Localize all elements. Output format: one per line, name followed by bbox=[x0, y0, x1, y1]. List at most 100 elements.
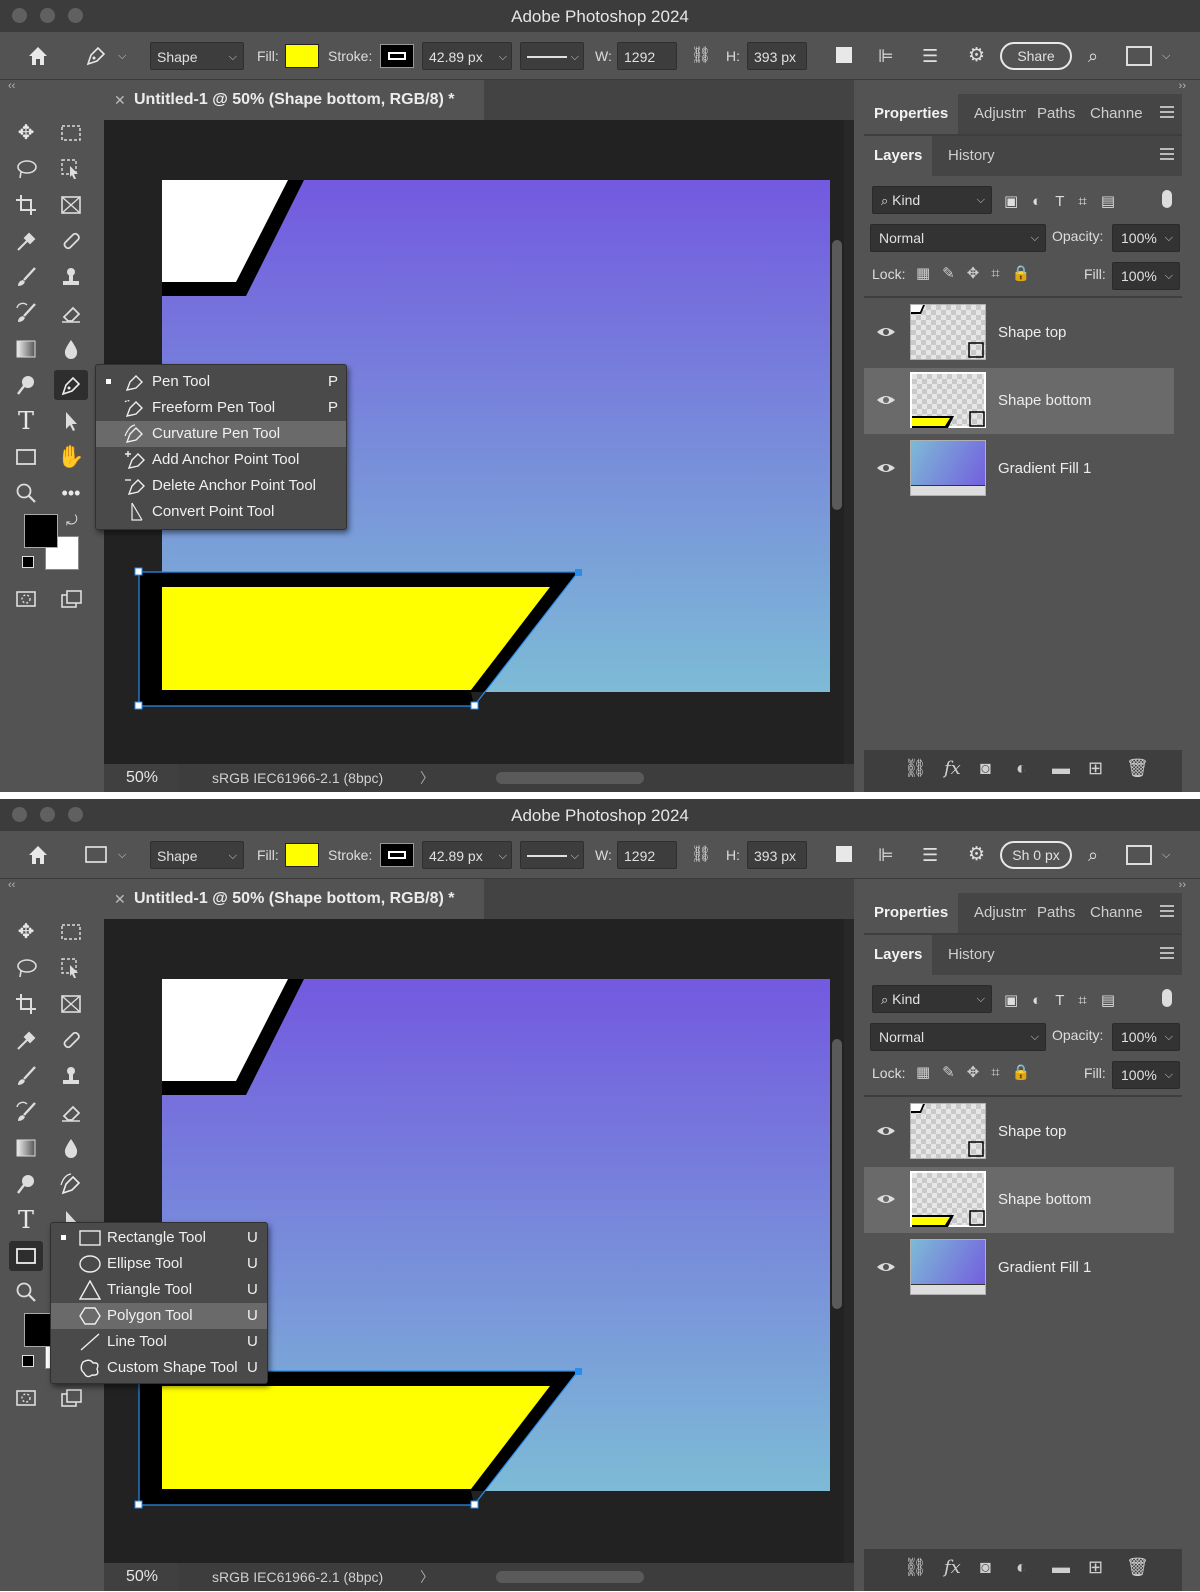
type-tool-icon[interactable]: T bbox=[9, 406, 43, 436]
add-mask-icon[interactable]: ◙ bbox=[980, 758, 991, 779]
delete-layer-icon[interactable]: 🗑 bbox=[1126, 1557, 1149, 1578]
panel-menu-icon[interactable] bbox=[1160, 905, 1174, 917]
object-selection-tool-icon[interactable] bbox=[54, 154, 88, 184]
eraser-tool-icon[interactable] bbox=[54, 298, 88, 328]
home-icon[interactable] bbox=[26, 841, 52, 869]
move-tool-icon[interactable]: ✥ bbox=[9, 118, 43, 148]
panel-menu-icon[interactable] bbox=[1160, 947, 1174, 959]
menu-item-polygon-tool[interactable]: Polygon Tool U bbox=[51, 1303, 267, 1329]
fx-icon[interactable]: fx bbox=[944, 1557, 961, 1578]
layer-row-shape-top[interactable]: Shape top bbox=[864, 300, 1174, 366]
path-alignment-icon[interactable]: ⊫ bbox=[878, 42, 894, 70]
link-layers-icon[interactable]: ⛓ bbox=[904, 1557, 927, 1578]
tab-paths[interactable]: Paths bbox=[1027, 94, 1085, 134]
fill-opacity-field[interactable]: 100% ⌵ bbox=[1112, 262, 1180, 290]
panel-menu-icon[interactable] bbox=[1160, 148, 1174, 160]
document-tab[interactable]: ✕ Untitled-1 @ 50% (Shape bottom, RGB/8)… bbox=[104, 80, 484, 120]
clone-stamp-tool-icon[interactable] bbox=[54, 262, 88, 292]
eraser-tool-icon[interactable] bbox=[54, 1097, 88, 1127]
menu-item-curvature-pen-tool[interactable]: Curvature Pen Tool bbox=[96, 421, 346, 447]
filter-toggle-icon[interactable] bbox=[1162, 989, 1172, 1007]
share-button[interactable]: Share bbox=[1000, 42, 1072, 70]
blur-tool-icon[interactable] bbox=[54, 1133, 88, 1163]
type-tool-icon[interactable]: T bbox=[9, 1205, 43, 1235]
menu-item-delete-anchor-point-tool[interactable]: Delete Anchor Point Tool bbox=[96, 473, 346, 499]
fill-swatch[interactable] bbox=[285, 44, 319, 68]
frame-tool-icon[interactable] bbox=[54, 989, 88, 1019]
vertical-scrollbar[interactable] bbox=[832, 240, 842, 510]
zoom-level[interactable]: 50% bbox=[104, 764, 178, 792]
lasso-tool-icon[interactable] bbox=[9, 154, 43, 184]
close-tab-icon[interactable]: ✕ bbox=[114, 80, 126, 120]
height-field[interactable]: 393 px bbox=[747, 841, 807, 869]
marquee-tool-icon[interactable] bbox=[54, 917, 88, 947]
tool-preset-picker[interactable]: ⌵ bbox=[84, 42, 132, 70]
horizontal-scrollbar[interactable] bbox=[496, 1571, 644, 1583]
home-icon[interactable] bbox=[26, 42, 52, 70]
dodge-tool-icon[interactable] bbox=[9, 370, 43, 400]
visibility-eye-icon[interactable] bbox=[876, 1189, 896, 1209]
link-icon[interactable]: ⛓ bbox=[691, 841, 711, 869]
tab-channels[interactable]: Channe bbox=[1080, 893, 1153, 933]
new-group-icon[interactable]: ▬ bbox=[1052, 1557, 1070, 1578]
stroke-swatch[interactable] bbox=[380, 843, 414, 867]
fx-icon[interactable]: fx bbox=[944, 758, 961, 779]
object-selection-tool-icon[interactable] bbox=[54, 953, 88, 983]
close-tab-icon[interactable]: ✕ bbox=[114, 879, 126, 919]
path-alignment-icon[interactable]: ⊫ bbox=[878, 841, 894, 869]
opacity-field[interactable]: 100% ⌵ bbox=[1112, 1023, 1180, 1051]
lock-icons[interactable]: ▦✎✥⌗🔒 bbox=[916, 1063, 1042, 1081]
tab-history[interactable]: History bbox=[938, 136, 1005, 176]
visibility-eye-icon[interactable] bbox=[876, 322, 896, 342]
more-tools-icon[interactable]: ••• bbox=[54, 478, 88, 508]
tab-adjustments[interactable]: Adjustm bbox=[964, 893, 1026, 933]
horizontal-scrollbar[interactable] bbox=[496, 772, 644, 784]
chevron-down-icon[interactable]: ⌵ bbox=[1162, 42, 1170, 70]
blend-mode-select[interactable]: Normal ⌵ bbox=[870, 224, 1046, 252]
visibility-eye-icon[interactable] bbox=[876, 458, 896, 478]
lock-icons[interactable]: ▦✎✥⌗🔒 bbox=[916, 264, 1042, 282]
search-icon[interactable]: ⌕ bbox=[1088, 841, 1098, 869]
zoom-tool-icon[interactable] bbox=[9, 1277, 43, 1307]
chevron-down-icon[interactable]: ⌵ bbox=[1162, 841, 1170, 869]
zoom-tool-icon[interactable] bbox=[9, 478, 43, 508]
rectangle-tool-icon[interactable] bbox=[9, 1241, 43, 1271]
stroke-width-field[interactable]: 42.89 px ⌵ bbox=[422, 42, 512, 70]
filter-kind-select[interactable]: ⌕ Kind ⌵ bbox=[872, 186, 992, 214]
quick-mask-icon[interactable] bbox=[9, 584, 43, 614]
crop-tool-icon[interactable] bbox=[9, 989, 43, 1019]
tab-history[interactable]: History bbox=[938, 935, 1005, 975]
default-colors-icon[interactable] bbox=[22, 1355, 34, 1367]
hand-tool-icon[interactable]: ✋ bbox=[54, 442, 88, 472]
filter-toggle-icon[interactable] bbox=[1162, 190, 1172, 208]
swap-colors-icon[interactable]: ⤾ bbox=[66, 512, 78, 529]
healing-brush-tool-icon[interactable] bbox=[54, 1025, 88, 1055]
delete-layer-icon[interactable]: 🗑 bbox=[1126, 758, 1149, 779]
history-brush-tool-icon[interactable] bbox=[9, 298, 43, 328]
tab-layers[interactable]: Layers bbox=[864, 136, 933, 176]
path-operations-icon[interactable] bbox=[836, 846, 852, 862]
adjustment-layer-icon[interactable]: ◐ bbox=[1016, 1557, 1027, 1578]
tab-properties[interactable]: Properties bbox=[864, 893, 959, 933]
stroke-swatch[interactable] bbox=[380, 44, 414, 68]
tab-channels[interactable]: Channe bbox=[1080, 94, 1153, 134]
layer-row-shape-bottom[interactable]: Shape bottom bbox=[864, 368, 1174, 434]
curvature-pen-tool-icon[interactable] bbox=[54, 1169, 88, 1199]
tool-preset-picker[interactable]: ⌵ bbox=[84, 841, 132, 869]
panel-menu-icon[interactable] bbox=[1160, 106, 1174, 118]
gear-icon[interactable]: ⚙ bbox=[968, 841, 985, 869]
filter-kind-select[interactable]: ⌕ Kind ⌵ bbox=[872, 985, 992, 1013]
rectangle-tool-icon[interactable] bbox=[9, 442, 43, 472]
document-tab[interactable]: ✕ Untitled-1 @ 50% (Shape bottom, RGB/8)… bbox=[104, 879, 484, 919]
vertical-scrollbar[interactable] bbox=[832, 1039, 842, 1309]
layer-row-shape-top[interactable]: Shape top bbox=[864, 1099, 1174, 1165]
menu-item-triangle-tool[interactable]: Triangle Tool U bbox=[51, 1277, 267, 1303]
width-field[interactable]: 1292 px bbox=[617, 841, 677, 892]
stroke-type-select[interactable]: ⌵ bbox=[520, 42, 584, 70]
visibility-eye-icon[interactable] bbox=[876, 1121, 896, 1141]
menu-item-ellipse-tool[interactable]: Ellipse Tool U bbox=[51, 1251, 267, 1277]
path-arrangement-icon[interactable]: ☰ bbox=[922, 841, 938, 869]
path-arrangement-icon[interactable]: ☰ bbox=[922, 42, 938, 70]
workspace-icon[interactable] bbox=[1126, 845, 1152, 865]
screen-mode-icon[interactable] bbox=[54, 1383, 88, 1413]
